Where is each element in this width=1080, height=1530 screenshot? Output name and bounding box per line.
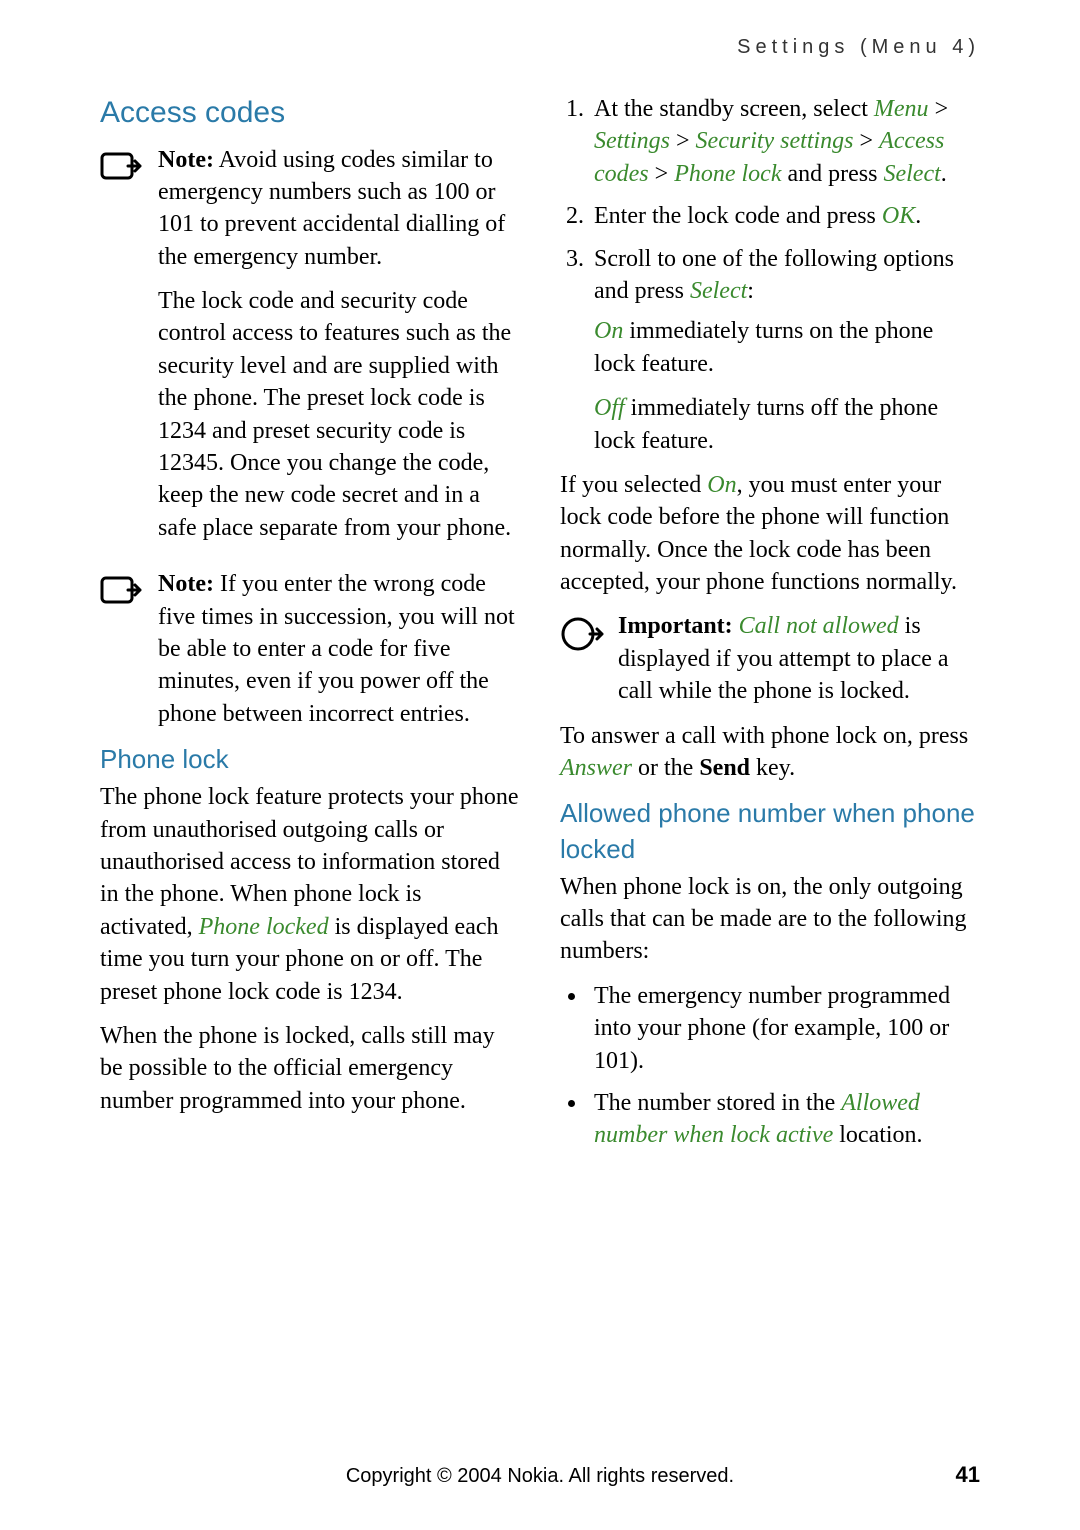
subsection-heading-phone-lock: Phone lock	[100, 742, 520, 777]
important-block: Important: Call not allowed is displayed…	[560, 610, 980, 707]
body-paragraph: When the phone is locked, calls still ma…	[100, 1020, 520, 1117]
list-item: The emergency number programmed into you…	[588, 980, 980, 1077]
bullet-list: The emergency number programmed into you…	[560, 980, 980, 1152]
softkey: OK	[882, 203, 915, 229]
softkey: Select	[883, 161, 940, 187]
body-paragraph: If you selected On, you must enter your …	[560, 469, 980, 599]
ui-term: Phone locked	[199, 914, 329, 940]
numbered-steps: At the standby screen, select Menu > Set…	[560, 93, 980, 457]
list-item: The number stored in the Allowed number …	[588, 1087, 980, 1152]
softkey: Select	[690, 278, 747, 304]
step-item: Enter the lock code and press OK.	[590, 200, 980, 232]
option-name: On	[707, 472, 736, 498]
note-label: Note:	[158, 571, 214, 597]
note-icon	[100, 572, 144, 621]
softkey: Answer	[560, 755, 632, 781]
subsection-heading-allowed-number: Allowed phone number when phone locked	[560, 796, 980, 866]
step-item: At the standby screen, select Menu > Set…	[590, 93, 980, 190]
two-column-layout: Access codes Note: Avoid using codes sim…	[100, 93, 980, 1162]
page-number: 41	[940, 1462, 980, 1488]
menu-path: Phone lock	[674, 161, 781, 187]
ui-term: Call not allowed	[733, 613, 899, 639]
body-paragraph: When phone lock is on, the only outgoing…	[560, 871, 980, 968]
note-text: Note: Avoid using codes similar to emerg…	[158, 144, 520, 557]
note-icon	[100, 148, 144, 197]
important-text: Important: Call not allowed is displayed…	[618, 610, 980, 707]
note-text: Note: If you enter the wrong code five t…	[158, 568, 520, 730]
option-description: Off immediately turns off the phone lock…	[594, 392, 980, 457]
body-paragraph: To answer a call with phone lock on, pre…	[560, 720, 980, 785]
right-column: At the standby screen, select Menu > Set…	[560, 93, 980, 1162]
body-paragraph: The lock code and security code control …	[158, 285, 520, 544]
manual-page: Settings (Menu 4) Access codes Note: Avo…	[0, 0, 1080, 1162]
step-item: Scroll to one of the following options a…	[590, 243, 980, 457]
option-name: Off	[594, 395, 625, 421]
note-label: Note:	[158, 147, 214, 173]
note-block: Note: If you enter the wrong code five t…	[100, 568, 520, 730]
important-label: Important:	[618, 613, 733, 639]
important-icon	[560, 614, 604, 665]
option-description: On immediately turns on the phone lock f…	[594, 315, 980, 380]
menu-path: Settings	[594, 128, 676, 154]
section-heading-access-codes: Access codes	[100, 93, 520, 134]
menu-path: Security settings	[696, 128, 860, 154]
running-header: Settings (Menu 4)	[100, 36, 980, 59]
left-column: Access codes Note: Avoid using codes sim…	[100, 93, 520, 1162]
body-paragraph: The phone lock feature protects your pho…	[100, 781, 520, 1008]
menu-path: Menu	[874, 96, 935, 122]
hardkey: Send	[699, 755, 750, 781]
option-name: On	[594, 318, 623, 344]
note-block: Note: Avoid using codes similar to emerg…	[100, 144, 520, 557]
copyright-text: Copyright © 2004 Nokia. All rights reser…	[140, 1465, 940, 1488]
page-footer: Copyright © 2004 Nokia. All rights reser…	[100, 1462, 980, 1488]
